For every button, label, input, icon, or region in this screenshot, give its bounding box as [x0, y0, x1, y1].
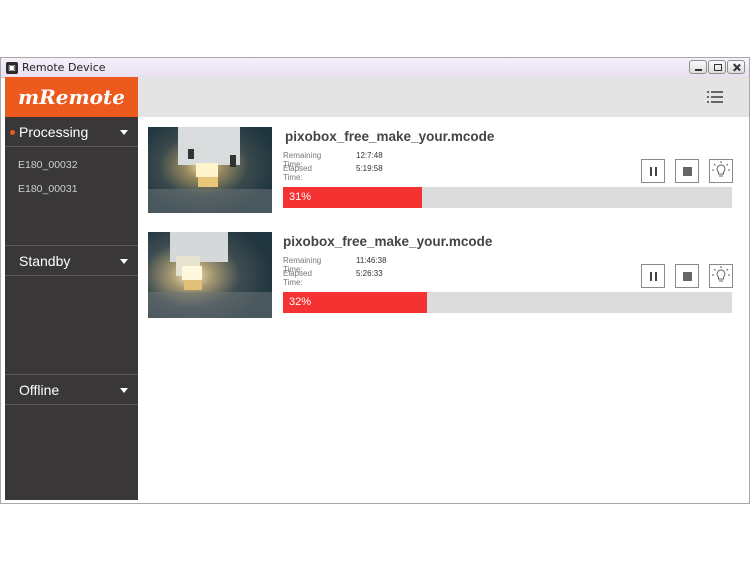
- elapsed-time-label: Elapsed Time:: [283, 164, 312, 182]
- elapsed-time-label: Elapsed Time:: [283, 269, 312, 287]
- stop-button[interactable]: [675, 264, 699, 288]
- title-bar[interactable]: ▣ Remote Device: [1, 58, 749, 78]
- pause-icon: [650, 167, 652, 176]
- list-menu-icon[interactable]: [707, 91, 723, 103]
- app-window: ▣ Remote Device mRemote Processing E180_…: [0, 57, 750, 504]
- active-indicator-dot: [10, 130, 15, 135]
- stop-button[interactable]: [675, 159, 699, 183]
- progress-bar: 31%: [283, 187, 732, 208]
- window-title: Remote Device: [22, 61, 106, 74]
- job-card: pixobox_free_make_your.mcode Remaining T…: [148, 127, 734, 215]
- lightbulb-icon: [712, 161, 730, 177]
- chevron-down-icon: [120, 130, 128, 135]
- elapsed-time-value: 5:26:33: [356, 269, 383, 278]
- chevron-down-icon: [120, 259, 128, 264]
- elapsed-time-value: 5:19:58: [356, 164, 383, 173]
- app-logo: mRemote: [5, 77, 138, 117]
- section-label: Standby: [19, 253, 71, 269]
- lightbulb-icon: [712, 266, 730, 282]
- progress-label: 32%: [289, 296, 312, 308]
- progress-label: 31%: [289, 191, 312, 203]
- section-offline-header[interactable]: Offline: [5, 375, 138, 405]
- processing-device-list: E180_00032 E180_00031: [5, 147, 138, 246]
- camera-thumbnail[interactable]: [148, 232, 272, 318]
- section-label: Processing: [19, 124, 89, 140]
- progress-bar: 32%: [283, 292, 732, 313]
- close-button[interactable]: [727, 60, 745, 74]
- pause-button[interactable]: [641, 264, 665, 288]
- window-controls: [689, 60, 745, 74]
- job-file-name: pixobox_free_make_your.mcode: [283, 234, 493, 249]
- pause-button[interactable]: [641, 159, 665, 183]
- section-processing-header[interactable]: Processing: [5, 117, 138, 147]
- minimize-button[interactable]: [689, 60, 707, 74]
- remaining-time-value: 12:7:48: [356, 151, 383, 160]
- top-toolbar: [138, 77, 749, 117]
- section-standby-header[interactable]: Standby: [5, 246, 138, 276]
- remaining-time-value: 11:46:38: [356, 256, 387, 265]
- device-item[interactable]: E180_00032: [5, 158, 138, 182]
- stop-icon: [683, 167, 692, 176]
- device-item[interactable]: E180_00031: [5, 182, 138, 206]
- pause-icon: [650, 272, 652, 281]
- section-label: Offline: [19, 382, 60, 398]
- job-file-name: pixobox_free_make_your.mcode: [285, 129, 495, 144]
- camera-thumbnail[interactable]: [148, 127, 272, 213]
- maximize-button[interactable]: [708, 60, 726, 74]
- sidebar: mRemote Processing E180_00032 E180_00031…: [5, 77, 138, 500]
- job-card: pixobox_free_make_your.mcode Remaining T…: [148, 232, 734, 320]
- light-toggle-button[interactable]: [709, 159, 733, 183]
- stop-icon: [683, 272, 692, 281]
- standby-device-list: [5, 276, 138, 375]
- chevron-down-icon: [120, 388, 128, 393]
- app-icon: ▣: [6, 62, 18, 74]
- main-panel: pixobox_free_make_your.mcode Remaining T…: [138, 77, 749, 500]
- light-toggle-button[interactable]: [709, 264, 733, 288]
